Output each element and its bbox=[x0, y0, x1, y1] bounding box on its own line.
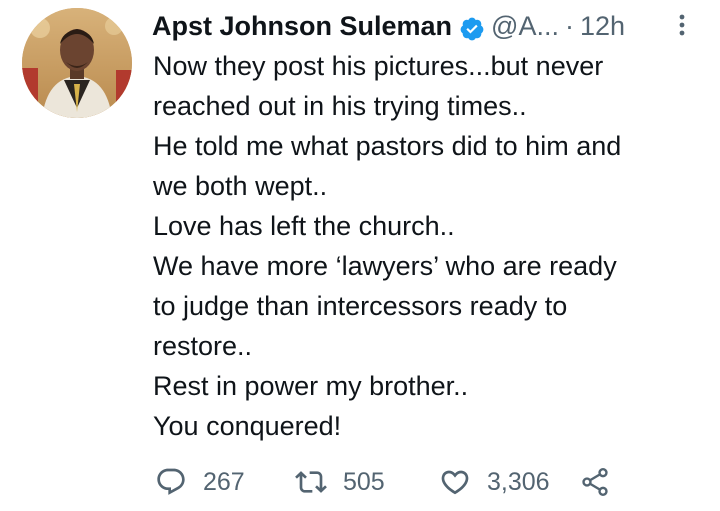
separator-dot: · bbox=[564, 11, 574, 41]
tweet-text-line: He told me what pastors did to him and bbox=[153, 131, 622, 161]
more-vertical-icon[interactable] bbox=[673, 10, 691, 40]
avatar[interactable] bbox=[22, 8, 132, 118]
share-icon bbox=[579, 466, 611, 498]
reply-count: 267 bbox=[203, 467, 245, 496]
tweet-text-line: restore.. bbox=[153, 331, 253, 361]
verified-badge-icon bbox=[459, 13, 485, 41]
tweet[interactable]: Apst Johnson Suleman @A... · 12h Now the… bbox=[0, 0, 720, 511]
tweet-text-line: We have more ‘lawyers’ who are ready bbox=[153, 251, 617, 281]
share-button[interactable] bbox=[579, 462, 611, 502]
reply-icon bbox=[155, 466, 187, 498]
retweet-button[interactable]: 505 bbox=[295, 462, 385, 502]
retweet-count: 505 bbox=[343, 467, 385, 496]
tweet-text-line: Love has left the church.. bbox=[153, 211, 455, 241]
tweet-text: Now they post his pictures...but never r… bbox=[153, 46, 698, 446]
action-bar: 267 505 3,306 bbox=[155, 462, 625, 502]
tweet-text-line: You conquered! bbox=[153, 411, 342, 441]
tweet-text-line: to judge than intercessors ready to bbox=[153, 291, 568, 321]
display-name[interactable]: Apst Johnson Suleman bbox=[152, 6, 452, 46]
timestamp[interactable]: 12h bbox=[580, 6, 625, 46]
tweet-text-line: Rest in power my brother.. bbox=[153, 371, 469, 401]
retweet-icon bbox=[295, 466, 327, 498]
tweet-text-line: Now they post his pictures...but never bbox=[153, 51, 604, 81]
tweet-text-line: reached out in his trying times.. bbox=[153, 91, 527, 121]
heart-icon bbox=[439, 466, 471, 498]
tweet-header: Apst Johnson Suleman @A... · 12h bbox=[152, 6, 692, 46]
tweet-text-line: we both wept.. bbox=[153, 171, 328, 201]
like-count: 3,306 bbox=[487, 467, 550, 496]
like-button[interactable]: 3,306 bbox=[439, 462, 550, 502]
handle[interactable]: @A... bbox=[491, 6, 559, 46]
reply-button[interactable]: 267 bbox=[155, 462, 245, 502]
